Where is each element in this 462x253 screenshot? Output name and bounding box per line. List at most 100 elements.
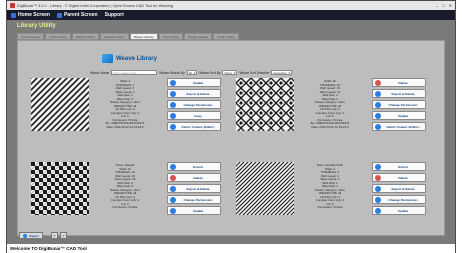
import-button[interactable]: Import (19, 232, 43, 239)
update-icon (170, 207, 176, 214)
app-window: DigiBunai™ 3.0.0 - Library - © Digital I… (6, 0, 456, 253)
export-button[interactable]: Export (167, 162, 221, 171)
export-delete-label: Export & Delete (391, 91, 415, 96)
weave-name-input[interactable]: Enter weave name (111, 70, 158, 75)
chevron-down-icon: ▾ (288, 71, 290, 75)
permission-icon (375, 101, 381, 108)
prev-page-button[interactable]: « (51, 232, 58, 239)
weave-card: Shaft: 4 TRADELES: 4 Weft repeat: 4 Warp… (31, 78, 241, 148)
update-button[interactable]: Update (167, 78, 221, 87)
fabric-creator-button[interactable]: Fabric Creator (Editor) (372, 122, 426, 131)
export-label: Export (398, 164, 408, 169)
tab-design-library[interactable]: Design Library (184, 33, 213, 40)
permission-icon (170, 196, 176, 203)
weave-actions: Export Delete Export & Delete Change Per… (372, 162, 426, 217)
import-label: Import (29, 233, 39, 238)
fabric-creator-label: Fabric Creator (Editor) (386, 124, 420, 129)
title-bar: DigiBunai™ 3.0.0 - Library - © Digital I… (7, 1, 455, 10)
tab-colour-library[interactable]: Colour Library (17, 33, 45, 40)
weave-info: Shaft: 16 TRADELES: 16 Weft repeat: 16 W… (294, 79, 366, 129)
tab-yarn-library[interactable]: Yarn Library (158, 33, 184, 40)
sort-by-select[interactable]: Name ▾ (222, 70, 238, 75)
delete-label: Delete (398, 175, 408, 180)
sort-by-label: Weave Sort By (199, 70, 221, 75)
delete-icon (375, 174, 381, 181)
maximize-button[interactable]: □ (442, 3, 444, 8)
menu-support-label: Support (104, 12, 124, 18)
change-permission-button[interactable]: Change Permission (372, 100, 426, 109)
copy-button[interactable]: Copy (167, 111, 221, 120)
weave-thumbnail[interactable] (236, 78, 294, 131)
update-button-label: Update (192, 80, 204, 85)
menu-parent-screen[interactable]: Parent Screen (56, 12, 98, 18)
export-delete-label: Export & Delete (391, 186, 415, 191)
menu-bar: Home Screen Parent Screen Support (7, 10, 455, 20)
permission-icon (375, 196, 381, 203)
menu-support[interactable]: Support (105, 12, 124, 18)
tab-fabric-library[interactable]: Fabric Library (71, 33, 99, 40)
home-icon (11, 12, 16, 18)
weave-thumbnail[interactable] (31, 162, 89, 215)
weave-info: Shaft: 4 TRADELES: 4 Weft repeat: 4 Warp… (89, 79, 161, 129)
search-by-select[interactable]: All ▾ (186, 70, 198, 75)
update-button-label: Update (192, 208, 204, 213)
export-label: Export (193, 164, 203, 169)
minimize-button[interactable]: – (436, 3, 438, 8)
change-permission-label: Change Permission (183, 102, 213, 107)
weave-actions: Delete Export & Delete Change Permission… (372, 78, 426, 133)
change-permission-label: Change Permission (388, 102, 418, 107)
fabric-creator-icon (170, 123, 176, 130)
weave-info-line: Permission: Private (317, 205, 343, 209)
parent-icon (56, 12, 62, 18)
change-permission-button[interactable]: Change Permission (167, 195, 221, 204)
chevron-down-icon: ▾ (233, 71, 236, 75)
export-delete-label: Export & Delete (186, 91, 210, 96)
fabric-creator-label: Fabric Creator (Editor) (181, 124, 215, 129)
sort-direction-select[interactable]: Ascending ▾ (271, 70, 292, 75)
delete-button[interactable]: Delete (372, 173, 426, 182)
page-title: Library Utility (17, 23, 56, 29)
delete-label: Delete (398, 80, 408, 85)
search-by-value: All (188, 71, 192, 75)
tab-color-library[interactable]: Color Library (213, 33, 239, 40)
next-page-button[interactable]: » (60, 232, 67, 239)
export-delete-button[interactable]: Export & Delete (372, 184, 426, 193)
copy-label: Copy (194, 113, 202, 118)
export-delete-icon (170, 90, 176, 97)
export-icon (375, 163, 381, 170)
weave-library-icon (102, 54, 113, 63)
weave-info: Name: Diawd1 Shaft: 16 TRADELES: 16 Weft… (89, 163, 161, 210)
status-text: Welcome TO DigiBunai™ CAD Tool (10, 246, 87, 251)
tab-cloth-library[interactable]: Cloth Library (45, 33, 71, 40)
weave-library-heading: Weave Library (102, 54, 157, 63)
delete-button[interactable]: Delete (167, 173, 221, 182)
fabric-creator-button[interactable]: Fabric Creator (Editor) (167, 122, 221, 131)
export-button[interactable]: Export (372, 162, 426, 171)
content-area: Library Utility Colour Library Cloth Lib… (7, 20, 455, 244)
weave-thumbnail[interactable] (31, 78, 89, 131)
weave-name-label: Weave Name (90, 70, 110, 75)
change-permission-button[interactable]: Change Permission (167, 100, 221, 109)
update-icon (375, 112, 381, 119)
close-button[interactable]: ✕ (449, 3, 452, 8)
export-delete-button[interactable]: Export & Delete (167, 89, 221, 98)
tab-weave-library[interactable]: Weave Library (129, 33, 158, 40)
library-tabs: Colour Library Cloth Library Fabric Libr… (17, 33, 239, 40)
window-title: DigiBunai™ 3.0.0 - Library - © Digital I… (17, 3, 174, 8)
export-delete-button[interactable]: Export & Delete (372, 89, 426, 98)
fabric-creator-icon (375, 123, 381, 130)
change-permission-button[interactable]: Change Permission (372, 195, 426, 204)
export-delete-button[interactable]: Export & Delete (167, 184, 221, 193)
tab-artwork-library[interactable]: Artwork Library (99, 33, 129, 40)
update-button[interactable]: Update (167, 206, 221, 215)
update-button[interactable]: Update (372, 206, 426, 215)
weave-thumbnail[interactable] (236, 162, 294, 215)
change-permission-label: Change Permission (388, 197, 418, 202)
search-by-label: Weave Search By (159, 70, 185, 75)
status-bar: Welcome TO DigiBunai™ CAD Tool (7, 244, 455, 253)
update-button[interactable]: Update (372, 111, 426, 120)
menu-home-screen[interactable]: Home Screen (11, 12, 50, 18)
chevron-down-icon: ▾ (193, 71, 196, 75)
delete-button[interactable]: Delete (372, 78, 426, 87)
weave-info: Name: Double Cloth Shaft: 4 TRADELES: 4 … (294, 163, 366, 210)
